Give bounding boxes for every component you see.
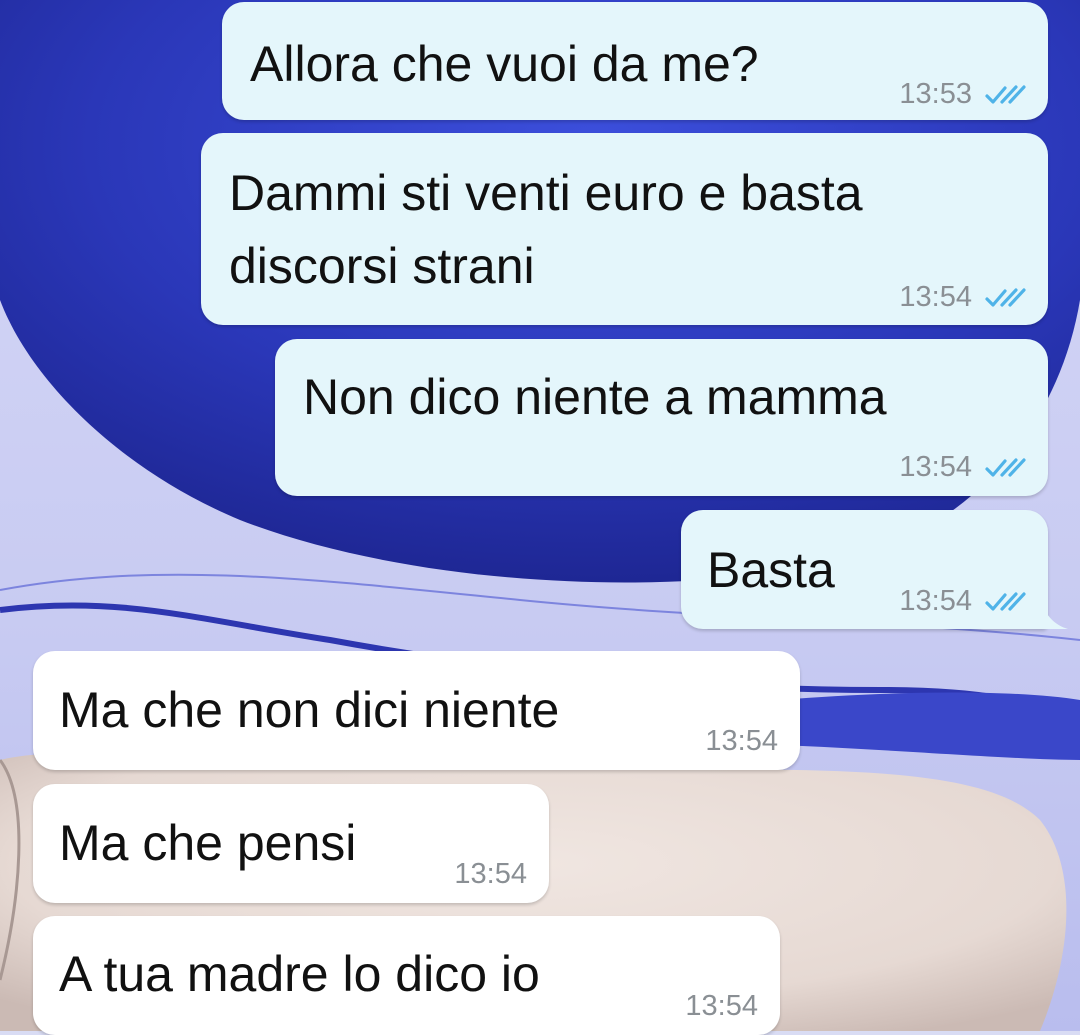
message-text: Ma che pensi	[59, 815, 357, 871]
message-meta: 13:54	[899, 585, 1028, 618]
bubble-tail-icon	[1040, 601, 1068, 629]
outgoing-message-bubble[interactable]: Basta 13:54	[681, 510, 1048, 629]
message-meta: 13:54	[685, 990, 758, 1023]
message-meta: 13:54	[899, 451, 1028, 484]
message-timestamp: 13:54	[899, 281, 972, 313]
incoming-message-bubble[interactable]: Ma che pensi 13:54	[33, 784, 549, 903]
message-timestamp: 13:53	[899, 78, 972, 110]
message-text: A tua madre lo dico io	[59, 946, 540, 1002]
message-timestamp: 13:54	[685, 990, 758, 1022]
message-timestamp: 13:54	[899, 451, 972, 483]
outgoing-message-bubble[interactable]: Allora che vuoi da me? 13:53	[222, 2, 1048, 120]
message-text: Basta	[707, 542, 835, 598]
outgoing-message-bubble[interactable]: Non dico niente a mamma 13:54	[275, 339, 1048, 496]
message-text: Allora che vuoi da me?	[250, 36, 759, 92]
outgoing-message-bubble[interactable]: Dammi sti venti euro e basta discorsi st…	[201, 133, 1048, 325]
double-check-read-icon	[985, 591, 1026, 611]
message-text-line2: discorsi strani	[229, 238, 535, 294]
message-timestamp: 13:54	[899, 585, 972, 617]
message-meta: 13:54	[705, 725, 778, 758]
message-text: Dammi sti venti euro e basta	[229, 165, 863, 221]
message-timestamp: 13:54	[454, 858, 527, 890]
double-check-read-icon	[985, 84, 1026, 104]
message-timestamp: 13:54	[705, 725, 778, 757]
message-text: Ma che non dici niente	[59, 682, 560, 738]
message-text: Non dico niente a mamma	[303, 369, 887, 425]
double-check-read-icon	[985, 287, 1026, 307]
message-meta: 13:53	[899, 78, 1028, 111]
message-meta: 13:54	[899, 281, 1028, 314]
incoming-message-bubble[interactable]: A tua madre lo dico io 13:54	[33, 916, 780, 1035]
incoming-message-bubble[interactable]: Ma che non dici niente 13:54	[33, 651, 800, 770]
message-meta: 13:54	[454, 858, 527, 891]
double-check-read-icon	[985, 457, 1026, 477]
chat-message-list: Allora che vuoi da me? 13:53 Dammi sti v…	[0, 0, 1080, 1035]
